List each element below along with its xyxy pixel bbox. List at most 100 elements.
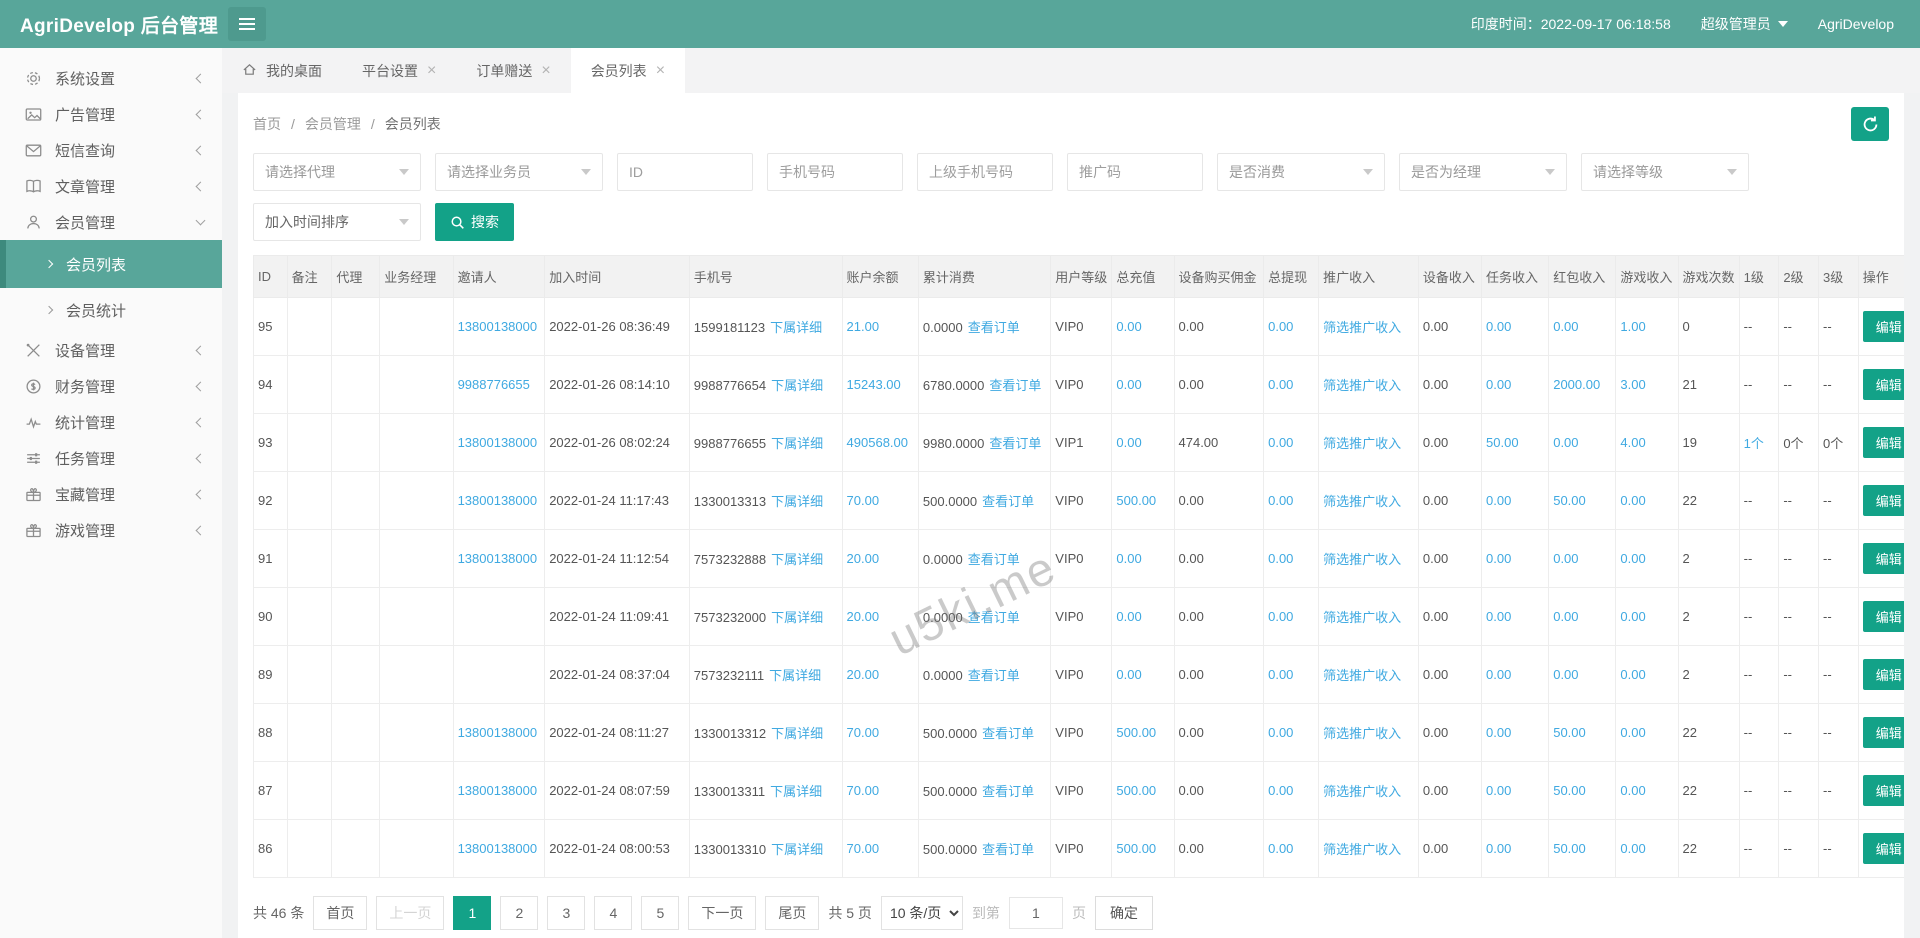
cell-link[interactable]: 50.00 xyxy=(1553,725,1586,740)
cell-link[interactable]: 筛选推广收入 xyxy=(1323,726,1401,741)
cell-link[interactable]: 0.00 xyxy=(1268,783,1293,798)
cell-link[interactable]: 13800138000 xyxy=(458,435,538,450)
cell-link[interactable]: 0.00 xyxy=(1116,319,1141,334)
cell-link[interactable]: 21.00 xyxy=(847,319,880,334)
cell-link[interactable]: 0.00 xyxy=(1268,319,1293,334)
cell-link[interactable]: 500.00 xyxy=(1116,493,1156,508)
cell-link[interactable]: 0.00 xyxy=(1116,551,1141,566)
cell-link[interactable]: 0.00 xyxy=(1116,609,1141,624)
cell-link[interactable]: 查看订单 xyxy=(982,784,1034,799)
cell-link[interactable]: 0.00 xyxy=(1620,551,1645,566)
cell-link[interactable]: 500.00 xyxy=(1116,841,1156,856)
sidebar-item-ad-management[interactable]: 广告管理 xyxy=(0,96,222,132)
cell-link[interactable]: 0.00 xyxy=(1553,551,1578,566)
cell-link[interactable]: 3.00 xyxy=(1620,377,1645,392)
cell-link[interactable]: 50.00 xyxy=(1553,493,1586,508)
close-icon[interactable]: × xyxy=(656,63,665,79)
cell-link[interactable]: 查看订单 xyxy=(982,494,1034,509)
cell-link[interactable]: 筛选推广收入 xyxy=(1323,610,1401,625)
cell-link[interactable]: 筛选推广收入 xyxy=(1323,842,1401,857)
sidebar-item-treasure-management[interactable]: 宝藏管理 xyxy=(0,476,222,512)
cell-link[interactable]: 70.00 xyxy=(847,725,880,740)
cell-link[interactable]: 筛选推广收入 xyxy=(1323,552,1401,567)
cell-link[interactable]: 0.00 xyxy=(1553,435,1578,450)
cell-link[interactable]: 9988776655 xyxy=(458,377,530,392)
filter-parent-phone-input[interactable] xyxy=(917,153,1053,191)
sidebar-subitem-member-list[interactable]: 会员列表 xyxy=(0,240,222,288)
cell-link[interactable]: 查看订单 xyxy=(968,610,1020,625)
page-next-button[interactable]: 下一页 xyxy=(688,896,756,930)
cell-link[interactable]: 2000.00 xyxy=(1553,377,1600,392)
cell-link[interactable]: 0.00 xyxy=(1620,609,1645,624)
cell-link[interactable]: 0.00 xyxy=(1486,725,1511,740)
cell-link[interactable]: 下属详细 xyxy=(769,668,821,683)
cell-link[interactable]: 500.00 xyxy=(1116,725,1156,740)
sidebar-subitem-member-stats[interactable]: 会员统计 xyxy=(0,288,222,332)
cell-link[interactable]: 0.00 xyxy=(1486,783,1511,798)
cell-link[interactable]: 20.00 xyxy=(847,667,880,682)
page-size-select[interactable]: 10 条/页 xyxy=(881,896,963,930)
cell-link[interactable]: 0.00 xyxy=(1620,841,1645,856)
cell-link[interactable]: 0.00 xyxy=(1268,551,1293,566)
cell-link[interactable]: 筛选推广收入 xyxy=(1323,668,1401,683)
tab-order-gift[interactable]: 订单赠送× xyxy=(456,48,570,93)
tab-my-desktop[interactable]: 我的桌面 xyxy=(222,48,342,93)
breadcrumb-item[interactable]: 会员列表 xyxy=(385,114,441,134)
cell-link[interactable]: 70.00 xyxy=(847,493,880,508)
sidebar-item-task-management[interactable]: 任务管理 xyxy=(0,440,222,476)
cell-link[interactable]: 1.00 xyxy=(1620,319,1645,334)
cell-link[interactable]: 70.00 xyxy=(847,841,880,856)
cell-link[interactable]: 0.00 xyxy=(1486,841,1511,856)
cell-link[interactable]: 0.00 xyxy=(1620,667,1645,682)
edit-button[interactable]: 编辑 xyxy=(1863,775,1904,806)
cell-link[interactable]: 13800138000 xyxy=(458,725,538,740)
sidebar-item-system-settings[interactable]: 系统设置 xyxy=(0,60,222,96)
search-button[interactable]: 搜索 xyxy=(435,203,514,241)
edit-button[interactable]: 编辑 xyxy=(1863,311,1904,342)
cell-link[interactable]: 下属详细 xyxy=(771,726,823,741)
cell-link[interactable]: 50.00 xyxy=(1553,783,1586,798)
cell-link[interactable]: 筛选推广收入 xyxy=(1323,784,1401,799)
cell-link[interactable]: 1个 xyxy=(1744,436,1764,451)
page-button-2[interactable]: 2 xyxy=(500,896,538,930)
cell-link[interactable]: 0.00 xyxy=(1620,493,1645,508)
cell-link[interactable]: 70.00 xyxy=(847,783,880,798)
cell-link[interactable]: 0.00 xyxy=(1620,725,1645,740)
cell-link[interactable]: 13800138000 xyxy=(458,551,538,566)
cell-link[interactable]: 筛选推广收入 xyxy=(1323,494,1401,509)
cell-link[interactable]: 0.00 xyxy=(1268,609,1293,624)
filter-manager-select[interactable]: 是否为经理 xyxy=(1399,153,1567,191)
tab-member-list[interactable]: 会员列表× xyxy=(571,48,685,93)
close-icon[interactable]: × xyxy=(541,63,550,79)
cell-link[interactable]: 查看订单 xyxy=(989,378,1041,393)
cell-link[interactable]: 0.00 xyxy=(1620,783,1645,798)
breadcrumb-item[interactable]: 会员管理 xyxy=(305,114,361,134)
sort-select[interactable]: 加入时间排序 xyxy=(253,203,421,241)
sidebar-item-article-management[interactable]: 文章管理 xyxy=(0,168,222,204)
close-icon[interactable]: × xyxy=(427,63,436,79)
cell-link[interactable]: 0.00 xyxy=(1268,377,1293,392)
cell-link[interactable]: 15243.00 xyxy=(847,377,901,392)
cell-link[interactable]: 筛选推广收入 xyxy=(1323,320,1401,335)
cell-link[interactable]: 0.00 xyxy=(1486,493,1511,508)
sidebar-item-game-management[interactable]: 游戏管理 xyxy=(0,512,222,548)
filter-consume-select[interactable]: 是否消费 xyxy=(1217,153,1385,191)
cell-link[interactable]: 下属详细 xyxy=(771,610,823,625)
cell-link[interactable]: 0.00 xyxy=(1268,667,1293,682)
cell-link[interactable]: 下属详细 xyxy=(771,494,823,509)
cell-link[interactable]: 查看订单 xyxy=(982,842,1034,857)
edit-button[interactable]: 编辑 xyxy=(1863,369,1904,400)
cell-link[interactable]: 13800138000 xyxy=(458,783,538,798)
cell-link[interactable]: 0.00 xyxy=(1486,609,1511,624)
cell-link[interactable]: 查看订单 xyxy=(989,436,1041,451)
cell-link[interactable]: 筛选推广收入 xyxy=(1323,378,1401,393)
page-button-4[interactable]: 4 xyxy=(594,896,632,930)
cell-link[interactable]: 0.00 xyxy=(1116,667,1141,682)
cell-link[interactable]: 0.00 xyxy=(1116,435,1141,450)
sidebar-item-stats-management[interactable]: 统计管理 xyxy=(0,404,222,440)
cell-link[interactable]: 0.00 xyxy=(1486,319,1511,334)
filter-phone-input[interactable] xyxy=(767,153,903,191)
cell-link[interactable]: 0.00 xyxy=(1553,667,1578,682)
edit-button[interactable]: 编辑 xyxy=(1863,659,1904,690)
cell-link[interactable]: 20.00 xyxy=(847,551,880,566)
